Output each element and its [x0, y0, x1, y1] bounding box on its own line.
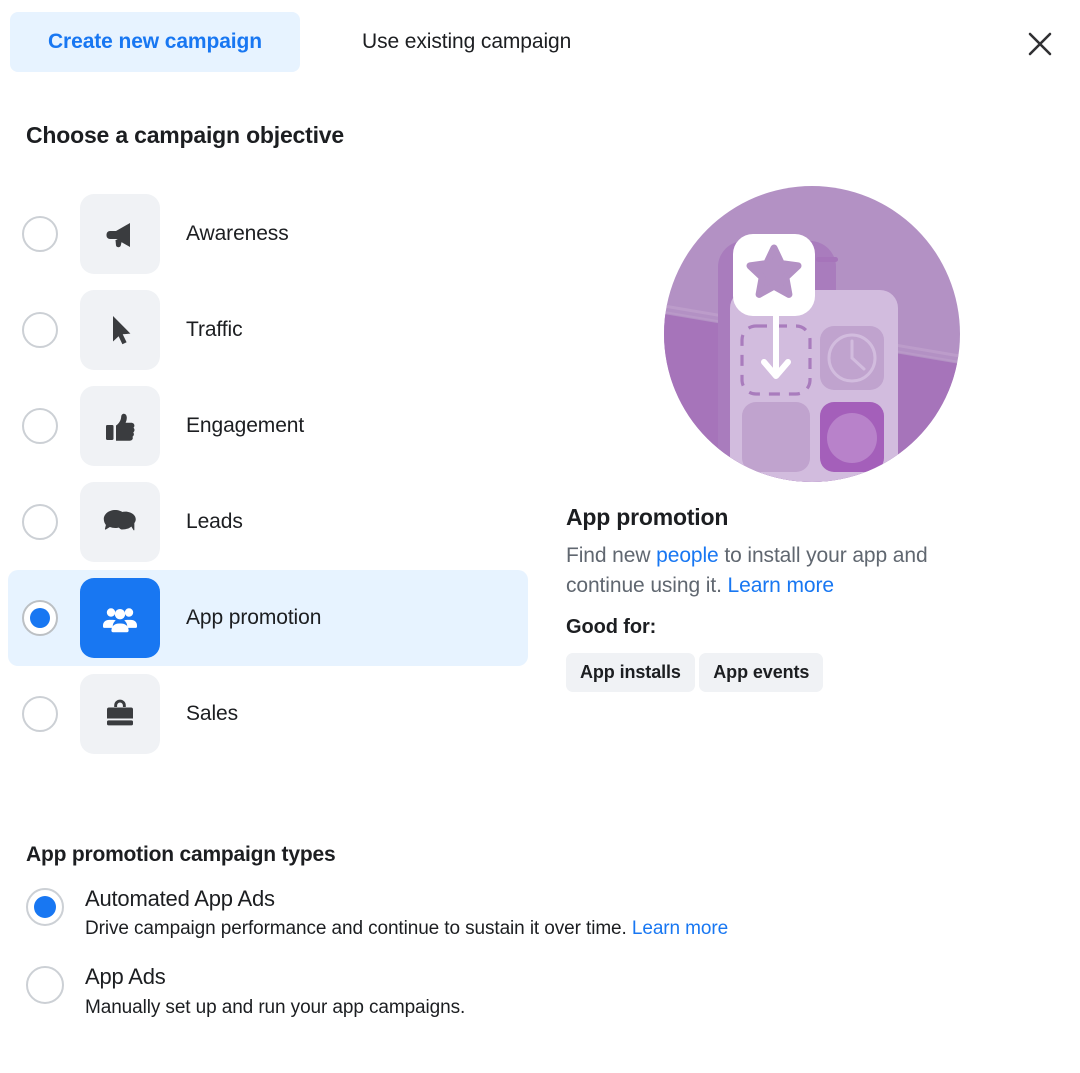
objective-label-app-promotion: App promotion — [186, 606, 322, 629]
objective-label-sales: Sales — [186, 702, 239, 725]
badge-app-events: App events — [699, 652, 824, 692]
objective-radio-traffic[interactable] — [22, 312, 58, 348]
objective-row-leads[interactable]: Leads — [8, 474, 528, 570]
objective-row-traffic[interactable]: Traffic — [8, 282, 528, 378]
objective-label-awareness: Awareness — [186, 222, 289, 245]
objective-radio-app-promotion[interactable] — [22, 600, 58, 636]
campaign-type-text-app-ads: App Ads Manually set up and run your app… — [85, 964, 465, 1018]
campaign-types-heading: App promotion campaign types — [26, 843, 336, 866]
app-promotion-illustration — [664, 186, 960, 482]
objective-icon-tile-leads — [80, 482, 160, 562]
tab-create-new-campaign[interactable]: Create new campaign — [10, 12, 300, 72]
objective-detail-panel: App promotion Find new people to install… — [566, 186, 1036, 702]
objective-row-awareness[interactable]: Awareness — [8, 186, 528, 282]
cursor-arrow-icon — [113, 316, 131, 345]
campaign-type-desc-text-automated-app-ads: Drive campaign performance and continue … — [85, 918, 632, 940]
campaign-type-desc-automated-app-ads: Drive campaign performance and continue … — [85, 918, 728, 940]
tab-use-existing-campaign-label: Use existing campaign — [362, 30, 572, 53]
objective-row-engagement[interactable]: Engagement — [8, 378, 528, 474]
campaign-types-list: Automated App Ads Drive campaign perform… — [26, 886, 926, 1043]
objective-label-engagement: Engagement — [186, 414, 305, 437]
objective-icon-tile-engagement — [80, 386, 160, 466]
thumbs-up-icon — [106, 413, 135, 441]
objective-icon-tile-awareness — [80, 194, 160, 274]
tab-bar: Create new campaign Use existing campaig… — [10, 12, 1070, 72]
objective-label-traffic: Traffic — [186, 318, 243, 341]
campaign-type-title-automated-app-ads: Automated App Ads — [85, 886, 275, 911]
badge-app-installs: App installs — [566, 652, 695, 692]
objective-radio-awareness[interactable] — [22, 216, 58, 252]
people-group-icon — [103, 608, 137, 633]
objective-icon-tile-traffic — [80, 290, 160, 370]
detail-description-part1: Find new — [566, 544, 657, 567]
objective-radio-sales[interactable] — [22, 696, 58, 732]
tab-create-new-campaign-label: Create new campaign — [47, 30, 262, 53]
campaign-type-radio-app-ads[interactable] — [26, 966, 64, 1005]
campaign-type-radio-automated-app-ads[interactable] — [26, 888, 64, 926]
objective-section-heading: Choose a campaign objective — [26, 122, 344, 148]
objective-icon-tile-sales — [80, 674, 160, 754]
objective-row-app-promotion[interactable]: App promotion — [8, 570, 528, 666]
megaphone-icon — [106, 223, 130, 248]
close-icon — [1028, 32, 1052, 56]
people-link[interactable]: people — [656, 544, 719, 567]
objective-list: Awareness Traffic Engagement Leads App p… — [8, 186, 528, 762]
campaign-type-row-app-ads[interactable]: App Ads Manually set up and run your app… — [26, 964, 926, 1018]
campaign-type-row-automated-app-ads[interactable]: Automated App Ads Drive campaign perform… — [26, 886, 926, 940]
objective-label-leads: Leads — [186, 510, 243, 533]
detail-learn-more-link[interactable]: Learn more — [728, 574, 834, 597]
campaign-type-desc-app-ads: Manually set up and run your app campaig… — [85, 997, 465, 1019]
objective-radio-leads[interactable] — [22, 504, 58, 540]
good-for-badges: App installs App events — [566, 652, 1036, 702]
app-promotion-illustration-svg — [664, 186, 960, 482]
campaign-type-learn-more-link[interactable]: Learn more — [632, 918, 728, 939]
chat-bubbles-icon — [103, 510, 136, 531]
tab-use-existing-campaign[interactable]: Use existing campaign — [338, 12, 595, 72]
objective-icon-tile-app-promotion — [80, 578, 160, 658]
detail-title: App promotion — [566, 504, 729, 530]
objective-row-sales[interactable]: Sales — [8, 666, 528, 762]
good-for-label: Good for: — [566, 615, 657, 638]
close-button[interactable] — [1014, 18, 1066, 70]
detail-description: Find new people to install your app and … — [566, 541, 1011, 602]
campaign-type-text-automated-app-ads: Automated App Ads Drive campaign perform… — [85, 886, 728, 940]
campaign-type-desc-text-app-ads: Manually set up and run your app campaig… — [85, 996, 466, 1018]
campaign-type-title-app-ads: App Ads — [85, 964, 166, 990]
objective-radio-engagement[interactable] — [22, 408, 58, 444]
shopping-bag-icon — [107, 699, 133, 726]
